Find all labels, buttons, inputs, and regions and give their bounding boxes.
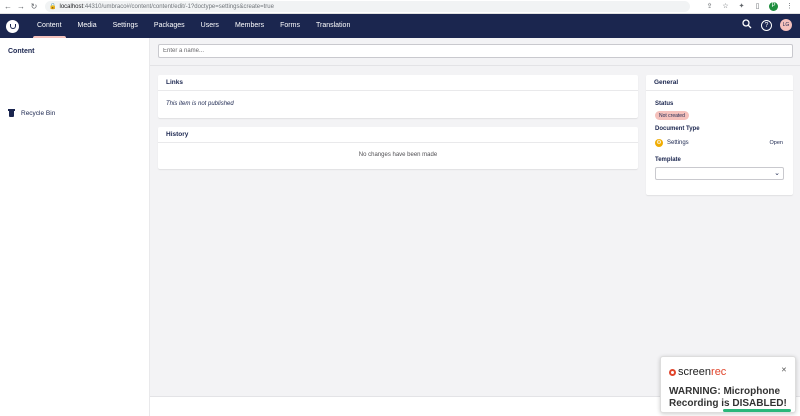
url-host: localhost (59, 3, 84, 10)
forward-icon[interactable]: → (16, 2, 26, 12)
links-title: Links (158, 75, 638, 91)
reload-icon[interactable]: ↻ (29, 2, 39, 12)
status-badge: Not created (655, 111, 689, 120)
section-packages[interactable]: Packages (146, 14, 193, 38)
record-icon (669, 368, 676, 376)
section-nav: Content Media Settings Packages Users Me… (29, 14, 358, 38)
close-icon[interactable]: ✕ (781, 367, 788, 374)
lock-icon: 🔒 (49, 4, 57, 10)
browser-toolbar: ← → ↻ 🔒 localhost :44310/umbraco#/conten… (0, 0, 800, 14)
profile-avatar[interactable]: P (769, 2, 778, 11)
section-translation[interactable]: Translation (308, 14, 358, 38)
progress-strip (723, 409, 791, 412)
status-label: Status (655, 101, 674, 107)
help-icon[interactable]: ? (761, 19, 772, 31)
brand-b: rec (711, 366, 727, 378)
screenrec-logo: screen rec (669, 366, 726, 378)
name-input[interactable] (158, 44, 793, 58)
history-message: No changes have been made (358, 152, 438, 158)
section-content[interactable]: Content (29, 14, 70, 38)
section-forms[interactable]: Forms (272, 14, 308, 38)
general-panel: General Status Not created Document Type… (646, 75, 793, 195)
gear-icon: ⚙ (655, 139, 663, 147)
extensions-icon[interactable]: ✦ (737, 2, 746, 11)
links-message: This item is not published (166, 101, 234, 107)
doctype-value: Settings (667, 140, 689, 146)
back-icon[interactable]: ← (3, 2, 13, 12)
screenrec-popup: screen rec ✕ WARNING: Microphone Recordin… (660, 356, 796, 413)
chevron-down-icon: ⌄ (774, 170, 780, 177)
url-path: :44310/umbraco#/content/content/edit/-1?… (83, 3, 274, 10)
user-avatar[interactable]: LG (780, 19, 792, 31)
history-panel: History No changes have been made (158, 127, 638, 169)
search-icon[interactable] (741, 19, 753, 31)
trash-icon (8, 109, 15, 117)
general-title: General (646, 75, 793, 91)
section-settings[interactable]: Settings (105, 14, 146, 38)
tree-item-recycle-bin[interactable]: Recycle Bin (8, 109, 55, 117)
template-label: Template (655, 157, 681, 163)
menu-icon[interactable]: ⋮ (785, 2, 794, 11)
section-users[interactable]: Users (193, 14, 227, 38)
doctype-item: ⚙ Settings (655, 139, 689, 147)
section-media[interactable]: Media (70, 14, 105, 38)
section-members[interactable]: Members (227, 14, 272, 38)
open-doctype-link[interactable]: Open (770, 140, 783, 146)
content-tree: Content Recycle Bin (0, 38, 150, 416)
share-icon[interactable]: ⇪ (705, 2, 714, 11)
umbraco-logo-icon[interactable] (6, 19, 19, 33)
brand-a: screen (678, 366, 712, 378)
star-icon[interactable]: ☆ (721, 2, 730, 11)
address-bar[interactable]: 🔒 localhost :44310/umbraco#/content/cont… (45, 1, 690, 12)
tree-item-label: Recycle Bin (21, 109, 56, 117)
tree-title[interactable]: Content (8, 48, 34, 55)
history-title: History (158, 127, 638, 143)
divider (150, 65, 800, 66)
app-header: Content Media Settings Packages Users Me… (0, 14, 800, 38)
sidepanel-icon[interactable]: ▯ (753, 2, 762, 11)
doctype-label: Document Type (655, 126, 700, 132)
mic-warning: WARNING: Microphone Recording is DISABLE… (669, 386, 787, 409)
template-select[interactable]: ⌄ (655, 167, 784, 180)
links-panel: Links This item is not published (158, 75, 638, 118)
